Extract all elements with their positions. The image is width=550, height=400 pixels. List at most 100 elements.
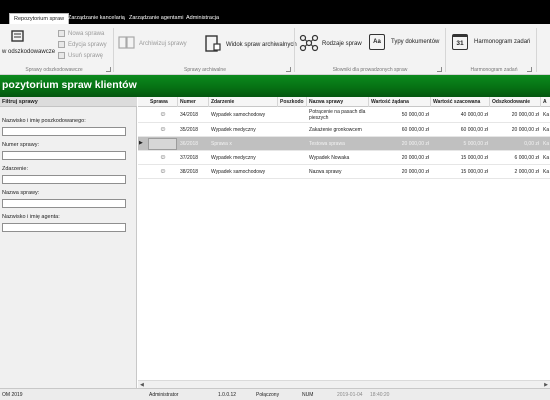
column-header-sprawa[interactable]: Sprawa [148,97,178,107]
group-launcher-odszkodowawcze[interactable] [106,67,111,72]
archive-view-icon [203,35,223,55]
filter-agent-input[interactable] [2,223,126,232]
status-bar: OM 2019 Administrator 1.0.0.12 Połączony… [0,388,550,400]
delete-icon [58,52,65,59]
cell-poszkodowany [278,137,307,150]
cell-agent: Ka [543,168,550,175]
status-version: 1.0.0.12 [218,392,237,398]
filter-nazwa-input[interactable] [2,199,126,208]
cell-agent: Ka [543,154,550,161]
cases-grid: Sprawa Numer Zdarzenie Poszkodo Nazwa sp… [138,97,550,388]
cell-wartosc-szacowana: 60 000,00 zł [460,126,488,133]
harmonogram-zadan-button[interactable]: 31 Harmonogram zadań [452,34,530,50]
group-launcher-harmonogram[interactable] [527,67,532,72]
filter-label-numer: Numer sprawy: [2,142,39,148]
filter-poszkodowany-input[interactable] [2,127,126,136]
page-title-bar: pozytorium spraw klientów [0,75,550,97]
column-header-numer[interactable]: Numer [178,97,209,107]
horizontal-scrollbar[interactable]: ◀ ▶ [138,380,550,388]
cell-wartosc-zadana: 60 000,00 zł [401,126,429,133]
cell-zdarzenie: Wypadek samochodowy [211,111,266,118]
column-header-wartosc-zadana[interactable]: Wartość żądana [369,97,431,107]
cell-odszkodowanie: 0,00 zł [524,140,539,147]
column-header-zdarzenie[interactable]: Zdarzenie [209,97,278,107]
sprawy-odszkodowawcze-label: w odszkodowawcze [2,49,56,55]
edycja-sprawy-button[interactable]: Edycja sprawy [58,41,107,48]
widok-spraw-archiwalnych-label: Widok spraw archiwalnych [226,42,297,48]
row-indicator-icon: ▶ [139,140,143,146]
usun-sprawe-button[interactable]: Usuń sprawę [58,52,103,59]
cell-wartosc-zadana: 50 000,00 zł [401,111,429,118]
tab-repozytorium-spraw[interactable]: Repozytorium spraw [9,13,70,24]
table-row[interactable]: ☺ 37/2018 Wypadek medyczny Wypadek Nowak… [138,151,550,165]
tab-administracja[interactable]: Administracja [182,13,223,24]
cell-odszkodowanie: 6 000,00 zł [514,154,539,161]
archiwizuj-sprawy-button[interactable]: Archiwizuj sprawy [118,36,187,52]
column-header-nazwa-sprawy[interactable]: Nazwa sprawy [307,97,369,107]
table-row[interactable]: ☺ 38/2018 Wypadek samochodowy Nazwa spra… [138,165,550,179]
calendar-icon: 31 [452,34,468,50]
widok-spraw-archiwalnych-button[interactable]: Widok spraw archiwalnych [203,35,297,55]
cell-nazwa-sprawy: Testowa sprawa [309,140,345,147]
document-type-icon: Aa [369,34,385,50]
grid-header: Sprawa Numer Zdarzenie Poszkodo Nazwa sp… [138,97,550,107]
tab-zarzadzanie-kancelaria[interactable]: Zarządzanie kancelarią [64,13,129,24]
filter-label-agent: Nazwisko i imię agenta: [2,214,60,220]
status-date: 2019-01-04 [337,392,363,398]
cell-agent: Ka [543,140,550,147]
cell-nazwa-sprawy: Nazwa sprawy [309,168,342,175]
column-header-poszkodowany[interactable]: Poszkodo [278,97,307,107]
tab-zarzadzanie-agentami[interactable]: Zarządzanie agentami [125,13,187,24]
filter-label-zdarzenie: Zdarzenie: [2,166,28,172]
nowa-sprawa-label: Nowa sprawa [68,30,105,37]
page-title: pozytorium spraw klientów [2,79,137,91]
group-label-harmonogram: Harmonogram zadań [470,67,518,73]
table-row[interactable]: ☺ 35/2018 Wypadek medyczny Zakażenie gro… [138,123,550,137]
status-num-lock: NUM [302,392,314,398]
focused-cell[interactable] [148,138,177,150]
edit-icon [58,41,65,48]
column-header-odszkodowanie[interactable]: Odszkodowanie [490,97,541,107]
cell-poszkodowany [278,151,307,164]
cell-zdarzenie: Wypadek medyczny [211,126,256,133]
cell-zdarzenie: Sprawa x [211,140,232,147]
cell-wartosc-zadana: 20 000,00 zł [401,154,429,161]
folder-icon [10,28,26,46]
nowa-sprawa-button[interactable]: Nowa sprawa [58,30,104,37]
status-user: Administrator [149,392,179,398]
filter-header: Filtruj sprawy [0,97,137,107]
cell-poszkodowany [278,123,307,136]
group-label-odszkodowawcze: Sprawy odszkodowawcze [25,67,83,73]
column-header-agent[interactable]: A [541,97,550,107]
group-launcher-slowniki[interactable] [437,67,442,72]
group-launcher-archiwalne[interactable] [286,67,291,72]
cell-wartosc-szacowana: 15 000,00 zł [460,154,488,161]
cell-agent: Ka [543,126,550,133]
filter-numer-input[interactable] [2,151,126,160]
status-connection: Połączony [256,392,280,398]
typy-dokumentow-button[interactable]: Aa Typy dokumentów [369,34,439,50]
cell-zdarzenie: Wypadek samochodowy [211,168,266,175]
column-header-wartosc-szacowana[interactable]: Wartość szacowana [431,97,490,107]
network-icon [299,34,319,54]
status-smiley-icon: ☺ [159,167,167,175]
rodzaje-spraw-button[interactable]: Rodzaje spraw [299,34,362,54]
filter-zdarzenie-input[interactable] [2,175,126,184]
status-smiley-icon: ☺ [159,110,167,118]
status-smiley-icon: ☺ [159,153,167,161]
archiwizuj-sprawy-label: Archiwizuj sprawy [139,41,187,47]
cell-zdarzenie: Wypadek medyczny [211,154,256,161]
cell-wartosc-szacowana: 40 000,00 zł [460,111,488,118]
cell-wartosc-zadana: 20 000,00 zł [401,168,429,175]
ribbon-separator [536,28,537,72]
status-time: 18:40:20 [370,392,390,398]
sprawy-odszkodowawcze-button[interactable]: w odszkodowawcze [2,28,55,55]
usun-sprawe-label: Usuń sprawę [68,52,104,59]
table-row-selected[interactable]: ▶ 36/2018 Sprawa x Testowa sprawa 20 000… [138,137,550,151]
filter-panel: Filtruj sprawy Nazwisko i imię poszkodow… [0,97,137,388]
new-document-icon [58,30,65,37]
ribbon: w odszkodowawcze Nowa sprawa Edycja spra… [0,24,550,75]
table-row[interactable]: ☺ 34/2018 Wypadek samochodowy Potrącenie… [138,107,550,123]
group-label-archiwalne: Sprawy archiwalne [184,67,226,73]
cell-odszkodowanie: 20 000,00 zł [511,111,539,118]
